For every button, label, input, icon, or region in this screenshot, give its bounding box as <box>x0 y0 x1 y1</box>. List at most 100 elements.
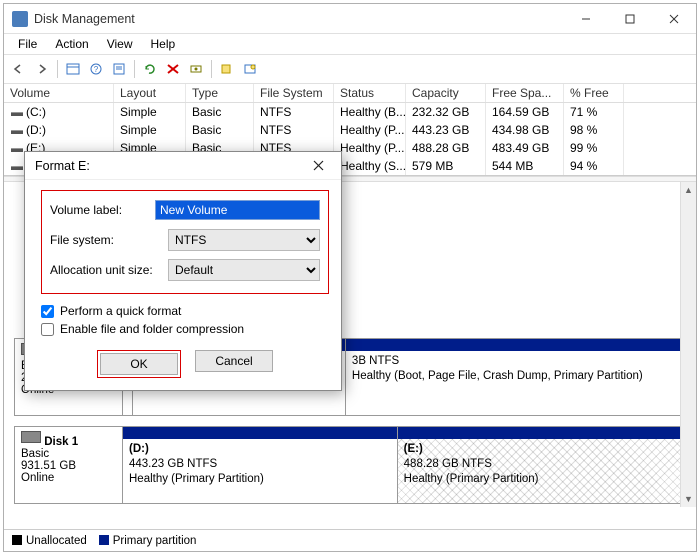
disk-icon <box>21 431 41 443</box>
properties-button[interactable] <box>108 58 130 80</box>
volume-capacity: 443.23 GB <box>406 121 486 139</box>
part-status: Healthy (Boot, Page File, Crash Dump, Pr… <box>352 370 643 382</box>
format-dialog: Format E: Volume label: File system: NTF… <box>24 151 342 391</box>
refresh-button[interactable] <box>139 58 161 80</box>
scroll-down-icon[interactable]: ▼ <box>681 491 696 507</box>
volume-row[interactable]: ▬(C:) Simple Basic NTFS Healthy (B... 23… <box>4 103 696 121</box>
forward-button[interactable] <box>31 58 53 80</box>
rescan-icon[interactable] <box>185 58 207 80</box>
volume-label-input[interactable] <box>155 200 320 220</box>
disk-row-1[interactable]: Disk 1 Basic 931.51 GB Online (D:)443.23… <box>14 426 686 504</box>
quick-format-checkbox[interactable] <box>41 305 54 318</box>
volume-fs: NTFS <box>254 121 334 139</box>
menu-file[interactable]: File <box>10 35 45 53</box>
minimize-button[interactable] <box>564 4 608 34</box>
volume-type: Basic <box>186 103 254 121</box>
help-button[interactable]: ? <box>85 58 107 80</box>
delete-button[interactable] <box>162 58 184 80</box>
titlebar: Disk Management <box>4 4 696 34</box>
menu-help[interactable]: Help <box>143 35 184 53</box>
col-layout[interactable]: Layout <box>114 84 186 102</box>
volume-capacity: 579 MB <box>406 157 486 175</box>
dialog-body: Volume label: File system: NTFS Allocati… <box>25 180 341 390</box>
svg-text:?: ? <box>94 65 99 74</box>
col-freespace[interactable]: Free Spa... <box>486 84 564 102</box>
disk1-partitions: (D:)443.23 GB NTFSHealthy (Primary Parti… <box>123 427 685 503</box>
disk1-part-d[interactable]: (D:)443.23 GB NTFSHealthy (Primary Parti… <box>123 427 398 503</box>
volume-type: Basic <box>186 121 254 139</box>
col-type[interactable]: Type <box>186 84 254 102</box>
legend: Unallocated Primary partition <box>4 529 696 551</box>
swatch-blue-icon <box>99 535 109 545</box>
dialog-close-button[interactable] <box>301 154 335 178</box>
menubar: File Action View Help <box>4 34 696 54</box>
col-pctfree[interactable]: % Free <box>564 84 624 102</box>
ok-highlight: OK <box>97 350 181 378</box>
scroll-up-icon[interactable]: ▲ <box>681 182 696 198</box>
drive-icon: ▬ <box>10 123 24 137</box>
disk1-type: Basic <box>21 448 49 460</box>
disk1-info: Disk 1 Basic 931.51 GB Online <box>15 427 123 503</box>
ok-button[interactable]: OK <box>100 353 178 375</box>
volume-status: Healthy (B... <box>334 103 406 121</box>
volume-name: (C:) <box>26 105 46 119</box>
back-button[interactable] <box>8 58 30 80</box>
col-volume[interactable]: Volume <box>4 84 114 102</box>
col-capacity[interactable]: Capacity <box>406 84 486 102</box>
volume-free: 164.59 GB <box>486 103 564 121</box>
volume-free: 544 MB <box>486 157 564 175</box>
attach-vhd-icon[interactable] <box>239 58 261 80</box>
show-hide-tree-button[interactable] <box>62 58 84 80</box>
compression-checkbox[interactable] <box>41 323 54 336</box>
quick-format-label: Perform a quick format <box>60 304 181 318</box>
filesystem-select[interactable]: NTFS <box>168 229 320 251</box>
separator <box>134 60 135 78</box>
toolbar: ? <box>4 54 696 84</box>
volume-pct: 98 % <box>564 121 624 139</box>
compression-label: Enable file and folder compression <box>60 322 244 336</box>
volume-status: Healthy (P... <box>334 121 406 139</box>
separator <box>211 60 212 78</box>
drive-icon: ▬ <box>10 105 24 119</box>
volume-free: 434.98 GB <box>486 121 564 139</box>
volume-name: (D:) <box>26 123 46 137</box>
dialog-buttons: OK Cancel <box>41 350 329 378</box>
volume-row[interactable]: ▬(D:) Simple Basic NTFS Healthy (P... 44… <box>4 121 696 139</box>
col-filesystem[interactable]: File System <box>254 84 334 102</box>
quick-format-checkbox-row: Perform a quick format <box>41 304 329 318</box>
app-icon <box>12 11 28 27</box>
volume-capacity: 488.28 GB <box>406 139 486 157</box>
filesystem-label: File system: <box>50 233 168 247</box>
swatch-black-icon <box>12 535 22 545</box>
volume-pct: 71 % <box>564 103 624 121</box>
volume-status: Healthy (P... <box>334 139 406 157</box>
allocation-unit-label: Allocation unit size: <box>50 263 168 277</box>
disk0-part2[interactable]: 3B NTFS Healthy (Boot, Page File, Crash D… <box>346 339 685 415</box>
menu-action[interactable]: Action <box>47 35 96 53</box>
close-button[interactable] <box>652 4 696 34</box>
legend-unallocated: Unallocated <box>12 535 87 547</box>
drive-icon: ▬ <box>10 141 24 155</box>
menu-view[interactable]: View <box>99 35 141 53</box>
maximize-button[interactable] <box>608 4 652 34</box>
volume-pct: 94 % <box>564 157 624 175</box>
compression-checkbox-row: Enable file and folder compression <box>41 322 329 336</box>
volume-free: 483.49 GB <box>486 139 564 157</box>
part-fs: 3B NTFS <box>352 355 399 367</box>
vertical-scrollbar[interactable]: ▲ ▼ <box>680 182 696 507</box>
volume-pct: 99 % <box>564 139 624 157</box>
volume-layout: Simple <box>114 103 186 121</box>
part-status: Healthy (Primary Partition) <box>129 473 264 485</box>
cancel-button[interactable]: Cancel <box>195 350 273 372</box>
legend-primary: Primary partition <box>99 535 197 547</box>
volume-status: Healthy (S... <box>334 157 406 175</box>
allocation-unit-select[interactable]: Default <box>168 259 320 281</box>
disk1-part-e[interactable]: (E:)488.28 GB NTFSHealthy (Primary Parti… <box>398 427 685 503</box>
legend-primary-label: Primary partition <box>113 535 197 547</box>
volume-capacity: 232.32 GB <box>406 103 486 121</box>
part-title: (D:) <box>129 443 149 455</box>
col-status[interactable]: Status <box>334 84 406 102</box>
new-volume-icon[interactable] <box>216 58 238 80</box>
part-status: Healthy (Primary Partition) <box>404 473 539 485</box>
part-fs: 488.28 GB NTFS <box>404 458 492 470</box>
